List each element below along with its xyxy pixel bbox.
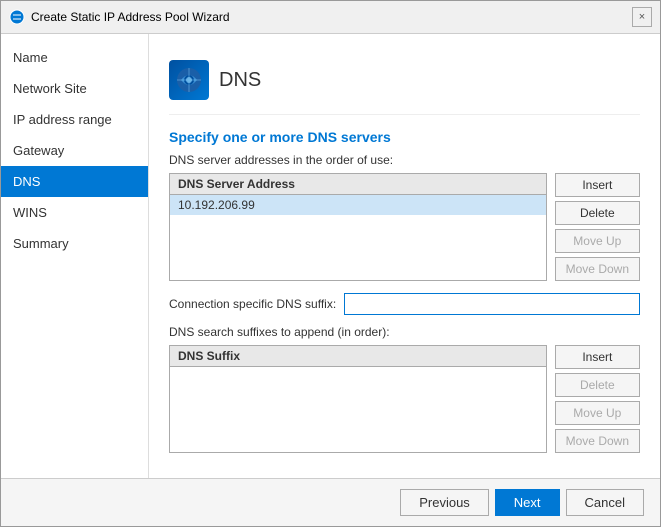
suffix-move-up-button[interactable]: Move Up [555,401,640,425]
main-panel: DNS Specify one or more DNS servers DNS … [149,34,660,478]
dns-header: DNS [169,50,640,115]
bottom-bar: Previous Next Cancel [1,478,660,526]
suffix-label: Connection specific DNS suffix: [169,297,336,311]
dns-table-row[interactable]: 10.192.206.99 [170,195,546,215]
dns-btn-group: Insert Delete Move Up Move Down [555,173,640,281]
section-title: Specify one or more DNS servers [169,129,640,145]
dns-table-label: DNS server addresses in the order of use… [169,153,640,167]
suffix-delete-button[interactable]: Delete [555,373,640,397]
cancel-button[interactable]: Cancel [566,489,644,516]
content-area: Name Network Site IP address range Gatew… [1,34,660,478]
sidebar: Name Network Site IP address range Gatew… [1,34,149,478]
next-button[interactable]: Next [495,489,560,516]
wizard-title-icon [9,9,25,25]
sidebar-item-network-site[interactable]: Network Site [1,73,148,104]
dns-suffix-section: DNS Suffix Insert Delete Move Up Move Do… [169,345,640,453]
suffix-table-header: DNS Suffix [170,346,546,367]
previous-button[interactable]: Previous [400,489,489,516]
dns-move-down-button[interactable]: Move Down [555,257,640,281]
sidebar-item-dns[interactable]: DNS [1,166,148,197]
dns-icon [169,60,209,100]
dns-delete-button[interactable]: Delete [555,201,640,225]
suffix-input[interactable] [344,293,640,315]
suffix-insert-button[interactable]: Insert [555,345,640,369]
dns-insert-button[interactable]: Insert [555,173,640,197]
sidebar-item-ip-address-range[interactable]: IP address range [1,104,148,135]
dns-move-up-button[interactable]: Move Up [555,229,640,253]
sidebar-item-name[interactable]: Name [1,42,148,73]
wizard-window: Create Static IP Address Pool Wizard × N… [0,0,661,527]
title-bar-left: Create Static IP Address Pool Wizard [9,9,230,25]
dns-server-table: DNS Server Address 10.192.206.99 [169,173,547,281]
dns-suffix-table: DNS Suffix [169,345,547,453]
sidebar-item-gateway[interactable]: Gateway [1,135,148,166]
dns-suffix-row: Connection specific DNS suffix: [169,293,640,315]
sidebar-item-summary[interactable]: Summary [1,228,148,259]
dns-page-title: DNS [219,69,261,92]
dns-server-section: DNS Server Address 10.192.206.99 Insert … [169,173,640,281]
suffix-section-label: DNS search suffixes to append (in order)… [169,325,640,339]
suffix-btn-group: Insert Delete Move Up Move Down [555,345,640,453]
dns-table-header: DNS Server Address [170,174,546,195]
window-title: Create Static IP Address Pool Wizard [31,10,230,24]
title-bar: Create Static IP Address Pool Wizard × [1,1,660,34]
close-button[interactable]: × [632,7,652,27]
sidebar-item-wins[interactable]: WINS [1,197,148,228]
suffix-move-down-button[interactable]: Move Down [555,429,640,453]
